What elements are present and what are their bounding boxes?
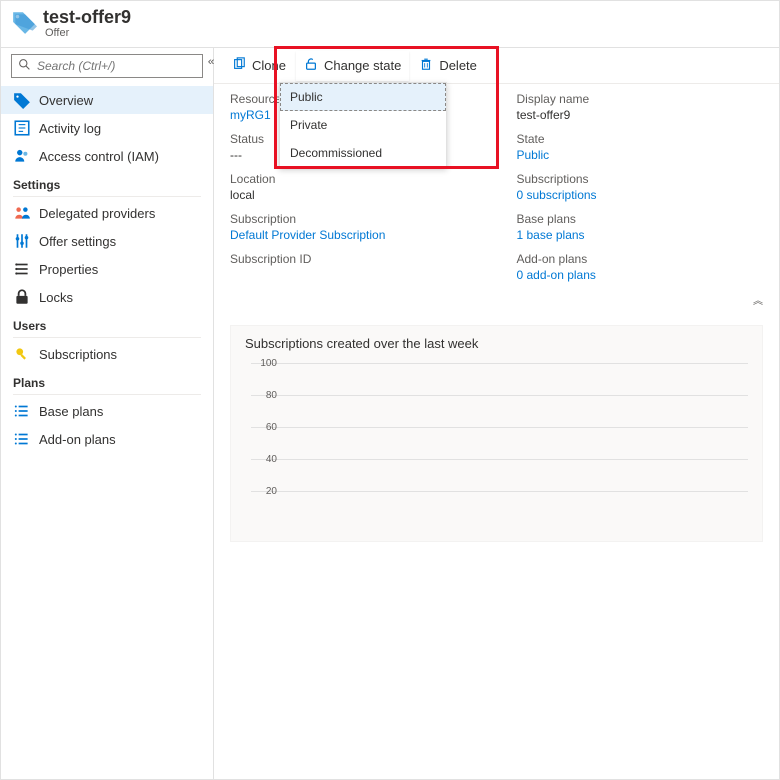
dropdown-item-private[interactable]: Private [280, 111, 446, 139]
chart-title: Subscriptions created over the last week [245, 336, 748, 351]
offer-settings-icon [13, 232, 31, 250]
unlock-icon [304, 57, 318, 74]
sidebar-item-label: Properties [39, 262, 98, 277]
providers-icon [13, 204, 31, 222]
chart-grid: 100 80 60 40 20 [251, 363, 748, 523]
sidebar-item-locks[interactable]: Locks [1, 283, 213, 311]
sidebar-item-delegated-providers[interactable]: Delegated providers [1, 199, 213, 227]
sidebar-item-label: Delegated providers [39, 206, 155, 221]
page-header: test-offer9 Offer [1, 1, 779, 48]
y-tick: 40 [251, 454, 277, 465]
sidebar-item-label: Base plans [39, 404, 103, 419]
sidebar-item-subscriptions[interactable]: Subscriptions [1, 340, 213, 368]
sidebar-item-label: Overview [39, 93, 93, 108]
main-content: Clone Change state Delete Public Private… [214, 48, 779, 780]
addon-plans-link[interactable]: 0 add-on plans [517, 268, 764, 282]
list-icon [13, 402, 31, 420]
sidebar: « Overview Activity log Access control (… [1, 48, 214, 780]
sidebar-item-overview[interactable]: Overview [1, 86, 213, 114]
subscriptions-link[interactable]: 0 subscriptions [517, 188, 764, 202]
list-icon [13, 430, 31, 448]
subscriptions-chart: Subscriptions created over the last week… [230, 325, 763, 542]
sidebar-search[interactable] [11, 54, 203, 78]
sidebar-item-label: Activity log [39, 121, 101, 136]
toolbar: Clone Change state Delete [214, 48, 779, 84]
detail-base-plans: Base plans 1 base plans [517, 212, 764, 242]
sidebar-item-label: Subscriptions [39, 347, 117, 362]
change-state-dropdown: Public Private Decommissioned [279, 82, 447, 168]
base-plans-link[interactable]: 1 base plans [517, 228, 764, 242]
sidebar-item-properties[interactable]: Properties [1, 255, 213, 283]
detail-subscriptions: Subscriptions 0 subscriptions [517, 172, 764, 202]
collapse-details-icon[interactable]: ︽ [230, 292, 763, 307]
dropdown-item-public[interactable]: Public [280, 83, 446, 111]
sidebar-item-label: Add-on plans [39, 432, 116, 447]
delete-label: Delete [439, 58, 477, 73]
sidebar-heading-users: Users [1, 311, 213, 337]
state-link[interactable]: Public [517, 148, 764, 162]
y-tick: 100 [251, 358, 277, 369]
clone-button[interactable]: Clone [224, 51, 294, 81]
sidebar-heading-plans: Plans [1, 368, 213, 394]
y-tick: 60 [251, 422, 277, 433]
properties-icon [13, 260, 31, 278]
sidebar-item-activity-log[interactable]: Activity log [1, 114, 213, 142]
subscription-link[interactable]: Default Provider Subscription [230, 228, 477, 242]
sidebar-heading-settings: Settings [1, 170, 213, 196]
y-tick: 80 [251, 390, 277, 401]
page-title: test-offer9 [43, 7, 131, 27]
search-input[interactable] [35, 58, 196, 74]
offer-tag-icon [11, 7, 37, 38]
delete-button[interactable]: Delete [411, 51, 485, 81]
y-tick: 20 [251, 486, 277, 497]
detail-display-name: Display name test-offer9 [517, 92, 764, 122]
access-control-icon [13, 147, 31, 165]
sidebar-item-base-plans[interactable]: Base plans [1, 397, 213, 425]
dropdown-item-decommissioned[interactable]: Decommissioned [280, 139, 446, 167]
detail-subscription: Subscription Default Provider Subscripti… [230, 212, 477, 242]
activity-log-icon [13, 119, 31, 137]
clone-label: Clone [252, 58, 286, 73]
clone-icon [232, 57, 246, 74]
change-state-label: Change state [324, 58, 401, 73]
change-state-button[interactable]: Change state [296, 51, 409, 81]
search-icon [18, 58, 31, 74]
key-icon [13, 345, 31, 363]
sidebar-item-label: Access control (IAM) [39, 149, 159, 164]
overview-tag-icon [13, 91, 31, 109]
sidebar-item-offer-settings[interactable]: Offer settings [1, 227, 213, 255]
detail-subscription-id: Subscription ID [230, 252, 477, 282]
sidebar-item-access-control[interactable]: Access control (IAM) [1, 142, 213, 170]
detail-state: State Public [517, 132, 764, 162]
trash-icon [419, 57, 433, 74]
detail-addon-plans: Add-on plans 0 add-on plans [517, 252, 764, 282]
sidebar-item-label: Locks [39, 290, 73, 305]
page-subtitle: Offer [45, 27, 131, 39]
lock-icon [13, 288, 31, 306]
detail-location: Location local [230, 172, 477, 202]
sidebar-item-label: Offer settings [39, 234, 116, 249]
sidebar-item-addon-plans[interactable]: Add-on plans [1, 425, 213, 453]
